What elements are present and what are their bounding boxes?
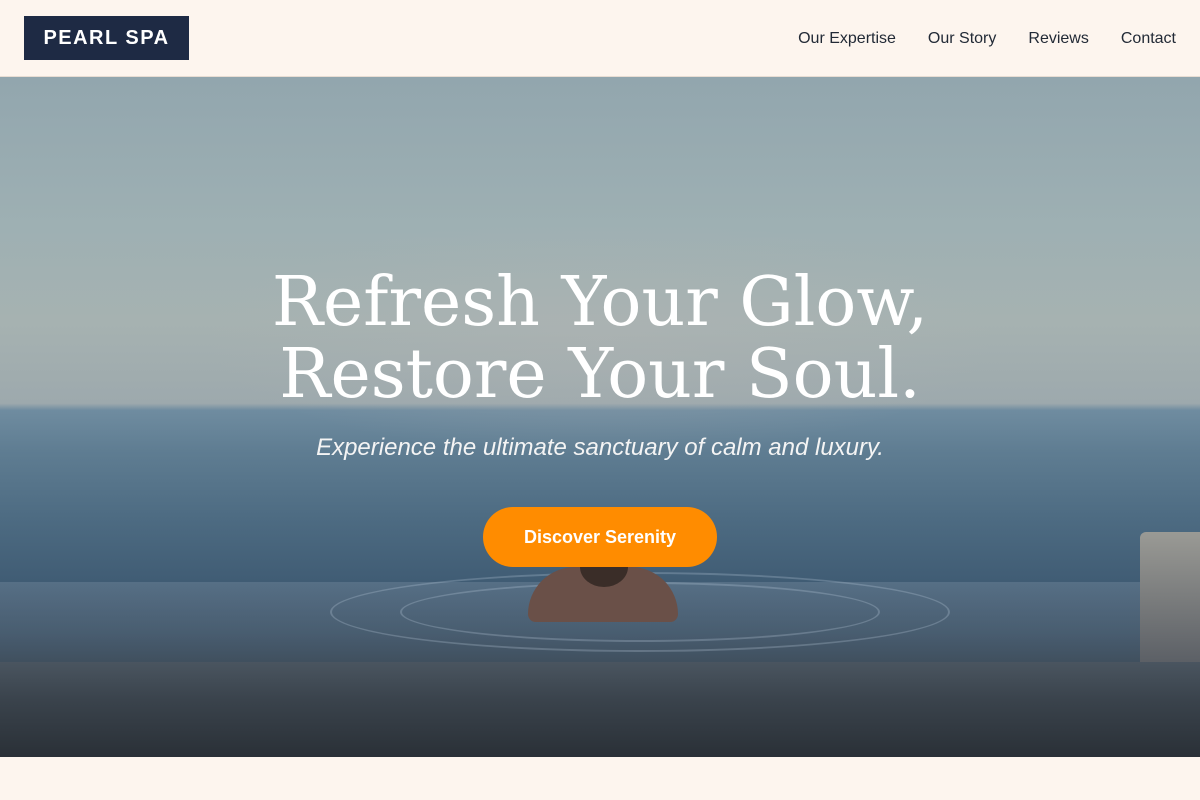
nav-link-our-expertise[interactable]: Our Expertise: [798, 30, 896, 48]
brand-logo[interactable]: PEARL SPA: [24, 16, 189, 60]
discover-serenity-button[interactable]: Discover Serenity: [483, 507, 717, 567]
hero-image-stone-wall: [1140, 532, 1200, 662]
hero-title: Refresh Your Glow, Restore Your Soul.: [0, 267, 1200, 411]
main-nav: Our Expertise Our Story Reviews Contact: [766, 0, 1176, 77]
hero-section: Refresh Your Glow, Restore Your Soul. Ex…: [0, 77, 1200, 757]
hero-title-line-2: Restore Your Soul.: [279, 335, 921, 414]
nav-link-contact[interactable]: Contact: [1121, 30, 1176, 48]
nav-link-reviews[interactable]: Reviews: [1028, 30, 1088, 48]
nav-link-our-story[interactable]: Our Story: [928, 30, 996, 48]
page-below-hero: [0, 757, 1200, 800]
hero-image-pool-ledge: [0, 662, 1200, 757]
hero-subtitle: Experience the ultimate sanctuary of cal…: [316, 434, 884, 461]
site-header: PEARL SPA Our Expertise Our Story Review…: [0, 0, 1200, 77]
hero-title-line-1: Refresh Your Glow,: [271, 263, 929, 342]
